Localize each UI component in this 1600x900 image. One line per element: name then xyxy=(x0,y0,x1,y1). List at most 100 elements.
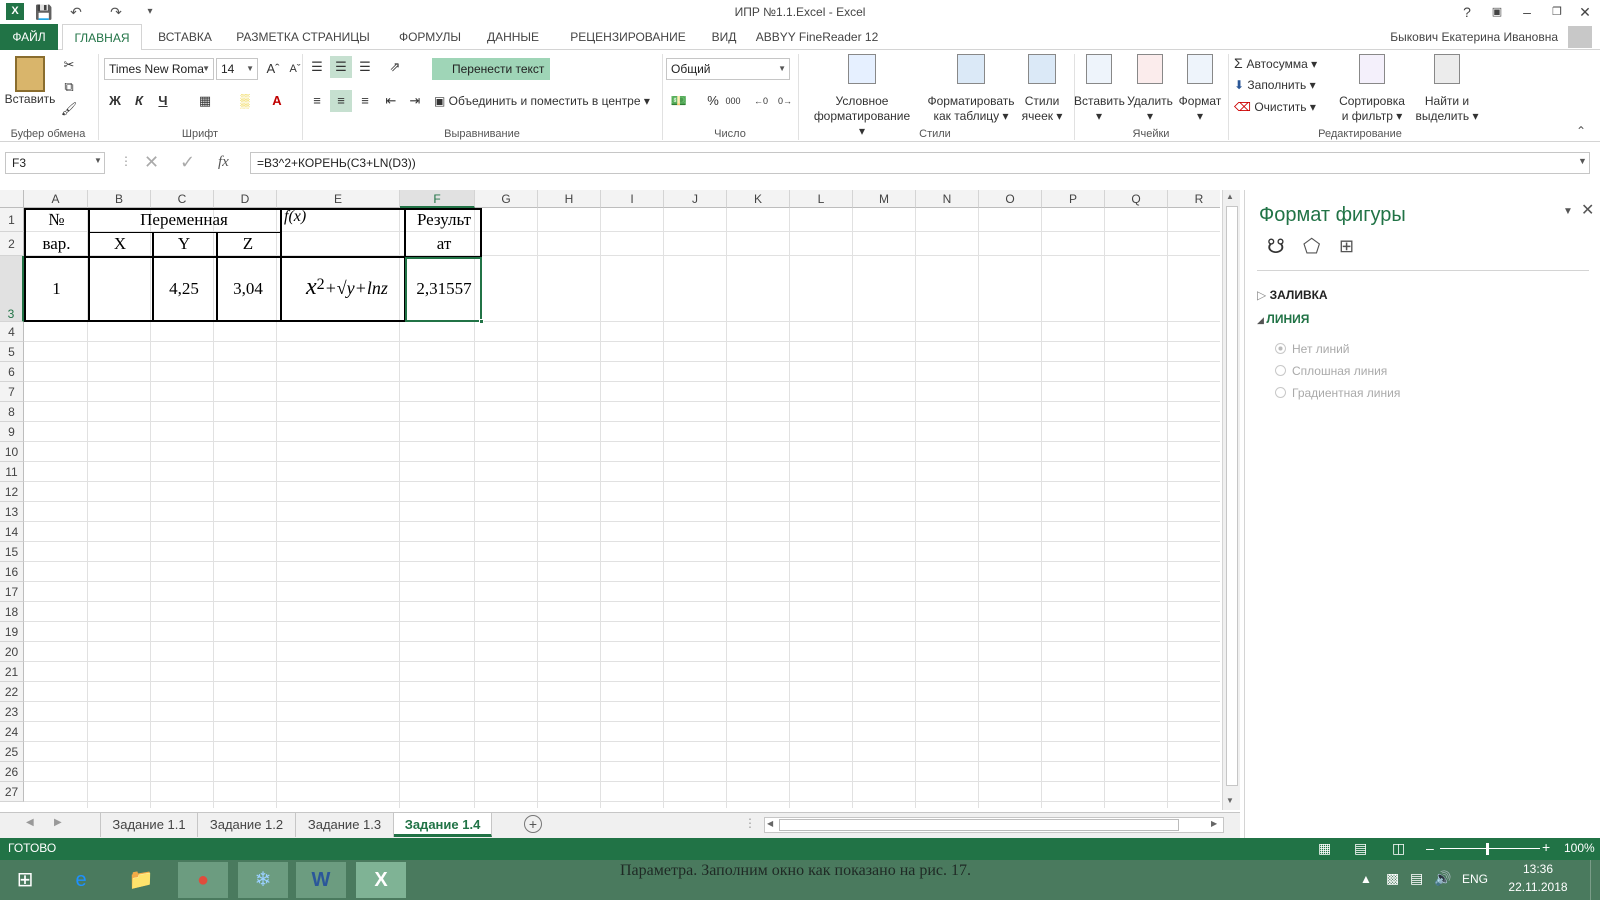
currency-icon[interactable]: 💵 xyxy=(668,90,690,112)
chrome-icon[interactable]: ● xyxy=(178,862,228,898)
select-all-corner[interactable] xyxy=(0,190,24,208)
column-header-L[interactable]: L xyxy=(790,190,853,208)
add-sheet-icon[interactable]: + xyxy=(524,815,542,833)
column-header-J[interactable]: J xyxy=(664,190,727,208)
cell-A2[interactable]: вар. xyxy=(25,232,88,256)
expand-formula-icon[interactable]: ▼ xyxy=(1578,156,1587,166)
tab-formulas[interactable]: ФОРМУЛЫ xyxy=(386,24,474,50)
sheet-tab-4[interactable]: Задание 1.4 xyxy=(394,813,492,837)
tab-page-layout[interactable]: РАЗМЕТКА СТРАНИЦЫ xyxy=(228,24,378,50)
tab-home[interactable]: ГЛАВНАЯ xyxy=(62,24,142,51)
insert-function-button[interactable]: fx xyxy=(218,154,229,171)
close-pane-icon[interactable]: ✕ xyxy=(1581,200,1594,220)
tray-chevron-icon[interactable]: ▲ xyxy=(1360,872,1372,886)
align-left-icon[interactable]: ≡ xyxy=(306,90,328,112)
column-header-Q[interactable]: Q xyxy=(1105,190,1168,208)
row-header-5[interactable]: 5 xyxy=(0,342,24,362)
tab-data[interactable]: ДАННЫЕ xyxy=(478,24,548,50)
scroll-thumb[interactable] xyxy=(779,819,1179,831)
avatar[interactable] xyxy=(1568,26,1592,48)
row-header-8[interactable]: 8 xyxy=(0,402,24,422)
row-header-20[interactable]: 20 xyxy=(0,642,24,662)
zoom-slider[interactable] xyxy=(1440,848,1540,849)
cell-F1-continued[interactable]: ат xyxy=(406,232,482,256)
format-painter-icon[interactable]: 🖌 xyxy=(58,98,80,120)
scroll-up-icon[interactable]: ▲ xyxy=(1226,192,1234,201)
column-header-A[interactable]: A xyxy=(24,190,88,208)
sheet-tab-1[interactable]: Задание 1.1 xyxy=(100,813,198,837)
zoom-out-icon[interactable]: – xyxy=(1426,840,1434,856)
zoom-in-icon[interactable]: + xyxy=(1542,839,1550,855)
paste-button[interactable]: Вставить xyxy=(4,54,56,107)
delete-cells-button[interactable]: Удалить ▾ xyxy=(1126,54,1174,124)
borders-icon[interactable]: ▦ xyxy=(194,90,216,112)
font-name-select[interactable]: Times New Roma ▼ xyxy=(104,58,214,80)
column-header-K[interactable]: K xyxy=(727,190,790,208)
decrease-decimal-icon[interactable]: 0→ xyxy=(774,90,796,112)
format-as-table-button[interactable]: Форматировать как таблицу ▾ xyxy=(922,54,1020,124)
column-header-O[interactable]: O xyxy=(979,190,1042,208)
horizontal-scrollbar[interactable]: ◀ ▶ xyxy=(764,817,1224,833)
scroll-thumb[interactable] xyxy=(1226,206,1238,786)
snipping-app-icon[interactable]: ❄ xyxy=(238,862,288,898)
row-header-10[interactable]: 10 xyxy=(0,442,24,462)
conditional-format-button[interactable]: Условное форматирование ▾ xyxy=(812,54,912,139)
line-section-toggle[interactable]: ◢ ЛИНИЯ xyxy=(1257,312,1309,326)
close-button[interactable]: ✕ xyxy=(1570,0,1600,24)
tray-network-icon[interactable]: ▩ xyxy=(1386,870,1399,887)
minimize-button[interactable]: – xyxy=(1512,0,1542,24)
thousands-button[interactable]: 000 xyxy=(722,90,744,112)
row-header-15[interactable]: 15 xyxy=(0,542,24,562)
clear-button[interactable]: ⌫ Очистить ▾ xyxy=(1234,100,1316,115)
column-header-M[interactable]: M xyxy=(853,190,916,208)
cell-A1[interactable]: № xyxy=(25,208,88,232)
cell-B2[interactable]: X xyxy=(88,232,152,256)
fill-section-toggle[interactable]: ▷ ЗАЛИВКА xyxy=(1257,288,1328,302)
worksheet-grid[interactable]: ABCDEFGHIJKLMNOPQR 1 2 3 4 5 6 7 8 9 10 11 12 13 14 15… xyxy=(0,190,1220,810)
decrease-indent-icon[interactable]: ⇤ xyxy=(380,90,402,112)
format-cells-button[interactable]: Формат ▾ xyxy=(1176,54,1224,124)
row-header-4[interactable]: 4 xyxy=(0,322,24,342)
chevron-down-icon[interactable]: ▼ xyxy=(94,156,102,165)
column-header-C[interactable]: C xyxy=(151,190,214,208)
row-header-22[interactable]: 22 xyxy=(0,682,24,702)
row-header-26[interactable]: 26 xyxy=(0,762,24,782)
scroll-right-icon[interactable]: ▶ xyxy=(1211,819,1217,828)
row-header-7[interactable]: 7 xyxy=(0,382,24,402)
fill-handle[interactable] xyxy=(479,319,484,324)
sheet-tab-3[interactable]: Задание 1.3 xyxy=(296,813,394,837)
column-header-B[interactable]: B xyxy=(88,190,151,208)
row-header-3[interactable]: 3 xyxy=(0,256,24,322)
radio-solid-line[interactable]: Сплошная линия xyxy=(1275,364,1387,378)
fill-line-tab-icon[interactable]: ☋ xyxy=(1267,234,1285,259)
cell-B1[interactable]: Переменная xyxy=(88,208,280,232)
tray-display-icon[interactable]: ▤ xyxy=(1410,870,1423,887)
align-bottom-icon[interactable]: ☰ xyxy=(354,56,376,78)
orientation-icon[interactable]: ⇗ xyxy=(384,56,406,78)
column-header-E[interactable]: E xyxy=(277,190,400,208)
zoom-level[interactable]: 100% xyxy=(1564,841,1595,855)
align-right-icon[interactable]: ≡ xyxy=(354,90,376,112)
wrap-text-button[interactable]: Перенести текст xyxy=(432,58,551,80)
show-desktop-button[interactable] xyxy=(1590,860,1600,900)
row-header-21[interactable]: 21 xyxy=(0,662,24,682)
column-header-G[interactable]: G xyxy=(475,190,538,208)
name-box[interactable]: F3 xyxy=(5,152,105,174)
radio-gradient-line[interactable]: Градиентная линия xyxy=(1275,386,1400,400)
tab-review[interactable]: РЕЦЕНЗИРОВАНИЕ xyxy=(558,24,698,50)
tab-view[interactable]: ВИД xyxy=(702,24,746,50)
row-header-12[interactable]: 12 xyxy=(0,482,24,502)
scroll-left-icon[interactable]: ◀ xyxy=(767,819,773,828)
column-header-D[interactable]: D xyxy=(214,190,277,208)
row-header-18[interactable]: 18 xyxy=(0,602,24,622)
sheet-tab-2[interactable]: Задание 1.2 xyxy=(198,813,296,837)
cell-D2[interactable]: Z xyxy=(216,232,280,256)
underline-button[interactable]: Ч xyxy=(152,90,174,112)
row-header-11[interactable]: 11 xyxy=(0,462,24,482)
find-select-button[interactable]: Найти и выделить ▾ xyxy=(1414,54,1480,124)
file-explorer-icon[interactable]: 📁 xyxy=(116,862,166,898)
tab-abbyy[interactable]: ABBYY FineReader 12 xyxy=(752,24,882,50)
merge-center-button[interactable]: ▣ Объединить и поместить в центре ▾ xyxy=(434,94,650,109)
cell-styles-button[interactable]: Стили ячеек ▾ xyxy=(1018,54,1066,124)
row-header-23[interactable]: 23 xyxy=(0,702,24,722)
